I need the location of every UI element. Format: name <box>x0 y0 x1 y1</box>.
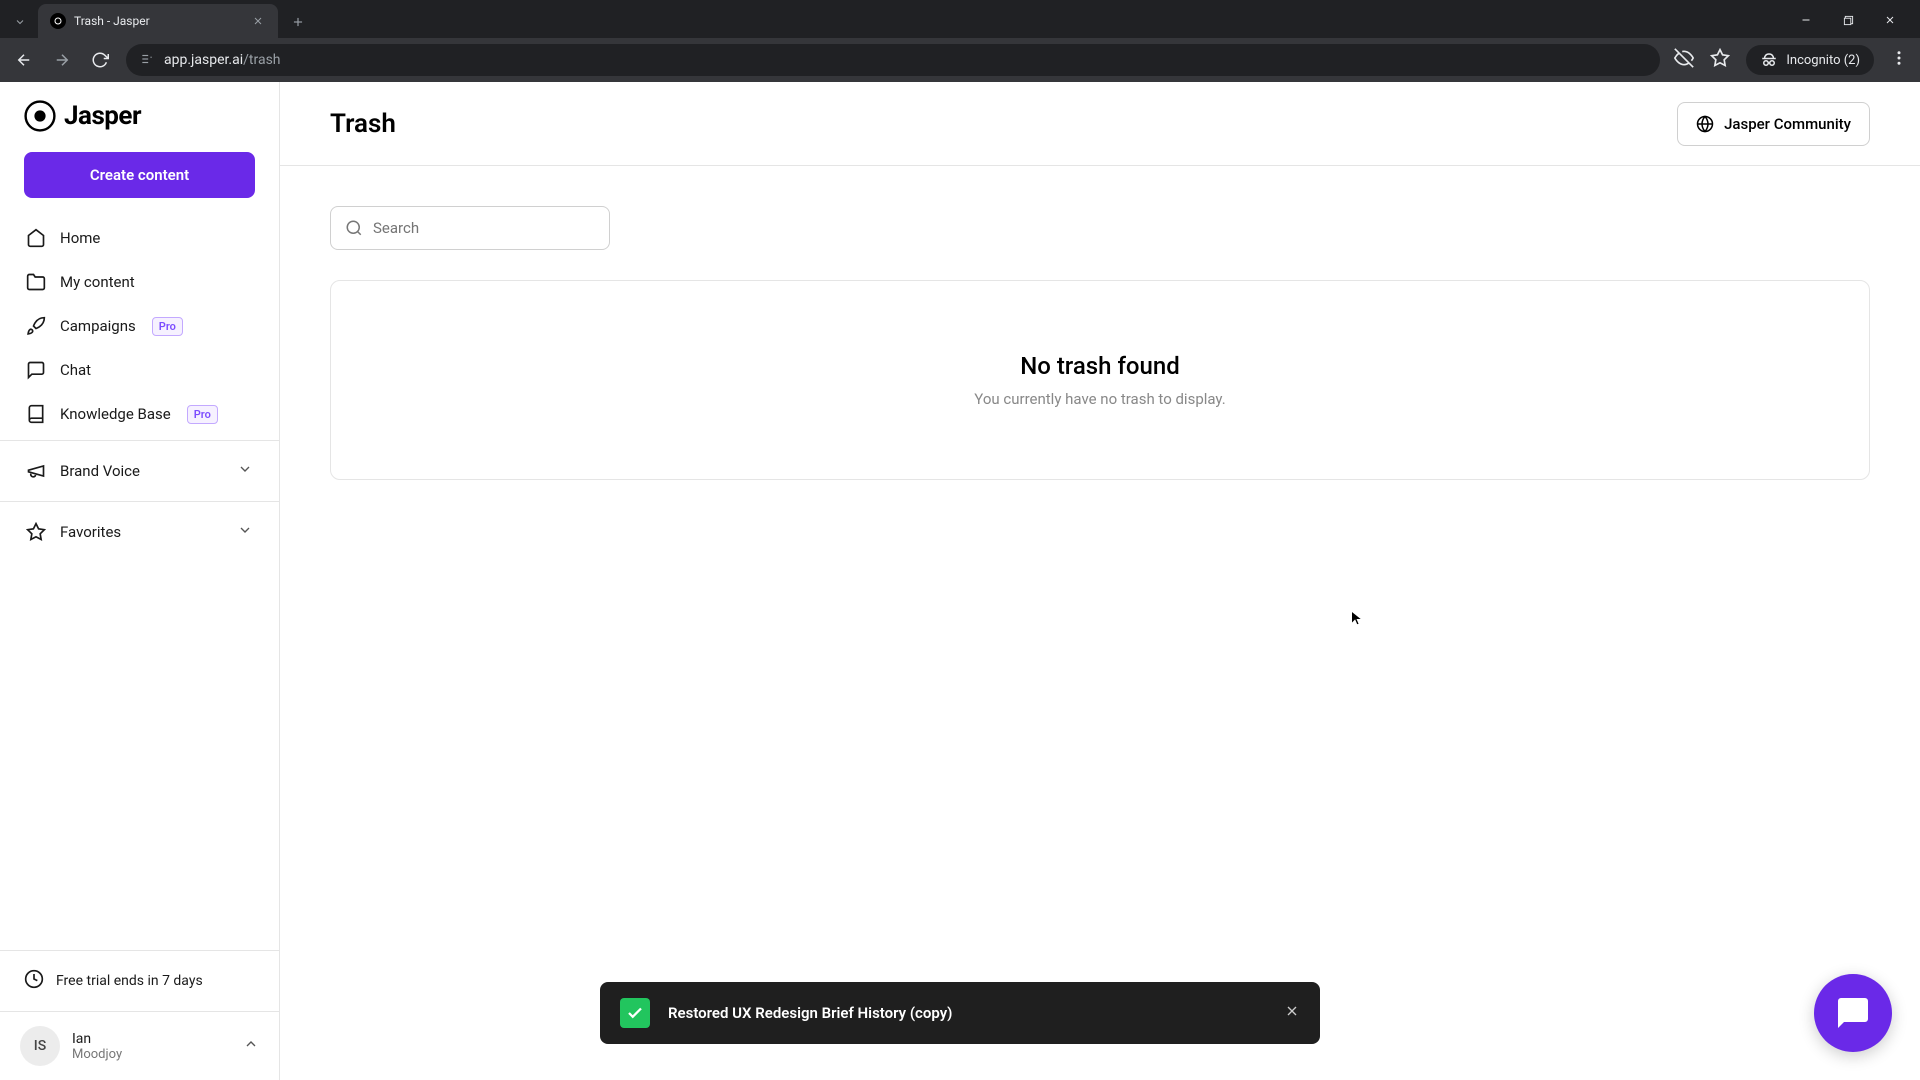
search-icon <box>345 219 363 237</box>
sidebar-item-favorites[interactable]: Favorites <box>12 510 267 554</box>
folder-icon <box>26 272 46 292</box>
sidebar-item-knowledge-base[interactable]: Knowledge Base Pro <box>12 392 267 436</box>
avatar: IS <box>20 1026 60 1066</box>
home-icon <box>26 228 46 248</box>
page-header: Trash Jasper Community <box>280 82 1920 166</box>
sidebar-item-label: Chat <box>60 361 91 379</box>
main-content: Trash Jasper Community No trash found Yo… <box>280 82 1920 1080</box>
sidebar: Jasper Create content Home My content Ca… <box>0 82 280 1080</box>
browser-menu-icon[interactable] <box>1890 49 1908 71</box>
empty-state: No trash found You currently have no tra… <box>330 280 1870 480</box>
toast-close-icon[interactable] <box>1284 1003 1300 1023</box>
window-minimize-icon[interactable] <box>1794 11 1818 30</box>
success-check-icon <box>620 998 650 1028</box>
sidebar-item-campaigns[interactable]: Campaigns Pro <box>12 304 267 348</box>
address-bar[interactable]: app.jasper.ai/trash <box>126 44 1660 76</box>
empty-title: No trash found <box>1020 352 1180 380</box>
chevron-up-icon <box>243 1036 259 1056</box>
nav-forward-icon[interactable] <box>50 48 74 72</box>
sidebar-item-label: Knowledge Base <box>60 405 171 423</box>
browser-tab-strip: Trash - Jasper <box>0 0 1920 38</box>
site-info-icon[interactable] <box>140 51 154 70</box>
sidebar-item-label: Campaigns <box>60 317 136 335</box>
incognito-indicator[interactable]: Incognito (2) <box>1746 45 1874 75</box>
bookmark-star-icon[interactable] <box>1710 48 1730 72</box>
chevron-down-icon <box>237 461 253 481</box>
user-name: Ian <box>72 1031 231 1047</box>
window-controls <box>1794 11 1902 30</box>
tab-favicon-icon <box>50 13 66 29</box>
tab-title: Trash - Jasper <box>74 14 242 28</box>
book-icon <box>26 404 46 424</box>
search-input[interactable] <box>373 219 595 237</box>
window-maximize-icon[interactable] <box>1836 11 1860 30</box>
trial-text: Free trial ends in 7 days <box>56 973 203 989</box>
logo-text: Jasper <box>64 101 141 131</box>
app-root: Jasper Create content Home My content Ca… <box>0 82 1920 1080</box>
sidebar-item-label: Home <box>60 229 100 247</box>
sidebar-item-chat[interactable]: Chat <box>12 348 267 392</box>
sidebar-item-label: My content <box>60 273 135 291</box>
create-content-button[interactable]: Create content <box>24 152 255 198</box>
sidebar-item-brand-voice[interactable]: Brand Voice <box>12 449 267 493</box>
jasper-logo-icon <box>24 100 56 132</box>
search-field[interactable] <box>330 206 610 250</box>
empty-subtitle: You currently have no trash to display. <box>974 390 1225 408</box>
toast-message: Restored UX Redesign Brief History (copy… <box>668 1004 1266 1022</box>
trial-notice[interactable]: Free trial ends in 7 days <box>0 950 279 1011</box>
logo[interactable]: Jasper <box>0 82 279 146</box>
incognito-eye-icon[interactable] <box>1674 48 1694 72</box>
user-menu[interactable]: IS Ian Moodjoy <box>0 1011 279 1080</box>
tab-search-dropdown[interactable] <box>8 10 32 34</box>
chat-fab-button[interactable] <box>1814 974 1892 1052</box>
community-label: Jasper Community <box>1724 115 1851 133</box>
star-icon <box>26 522 46 542</box>
chevron-down-icon <box>237 522 253 542</box>
window-close-icon[interactable] <box>1878 11 1902 30</box>
nav-back-icon[interactable] <box>12 48 36 72</box>
chat-bubble-icon <box>1835 995 1871 1031</box>
browser-tab[interactable]: Trash - Jasper <box>38 4 278 38</box>
community-button[interactable]: Jasper Community <box>1677 102 1870 146</box>
toast-notification: Restored UX Redesign Brief History (copy… <box>600 982 1320 1044</box>
pro-badge: Pro <box>187 405 218 424</box>
pro-badge: Pro <box>152 317 183 336</box>
sidebar-item-my-content[interactable]: My content <box>12 260 267 304</box>
browser-toolbar: app.jasper.ai/trash Incognito (2) <box>0 38 1920 82</box>
nav-reload-icon[interactable] <box>88 48 112 72</box>
rocket-icon <box>26 316 46 336</box>
globe-icon <box>1696 115 1714 133</box>
tab-close-icon[interactable] <box>250 13 266 29</box>
page-title: Trash <box>330 109 396 139</box>
nav-list: Home My content Campaigns Pro Chat Knowl… <box>0 212 279 440</box>
incognito-hat-icon <box>1760 51 1778 69</box>
new-tab-button[interactable] <box>284 8 312 36</box>
clock-icon <box>24 969 44 993</box>
sidebar-item-home[interactable]: Home <box>12 216 267 260</box>
megaphone-icon <box>26 461 46 481</box>
sidebar-item-label: Brand Voice <box>60 462 140 480</box>
incognito-label: Incognito (2) <box>1786 53 1860 68</box>
chat-icon <box>26 360 46 380</box>
sidebar-item-label: Favorites <box>60 523 121 541</box>
user-org: Moodjoy <box>72 1047 231 1062</box>
url-text: app.jasper.ai/trash <box>164 52 281 68</box>
